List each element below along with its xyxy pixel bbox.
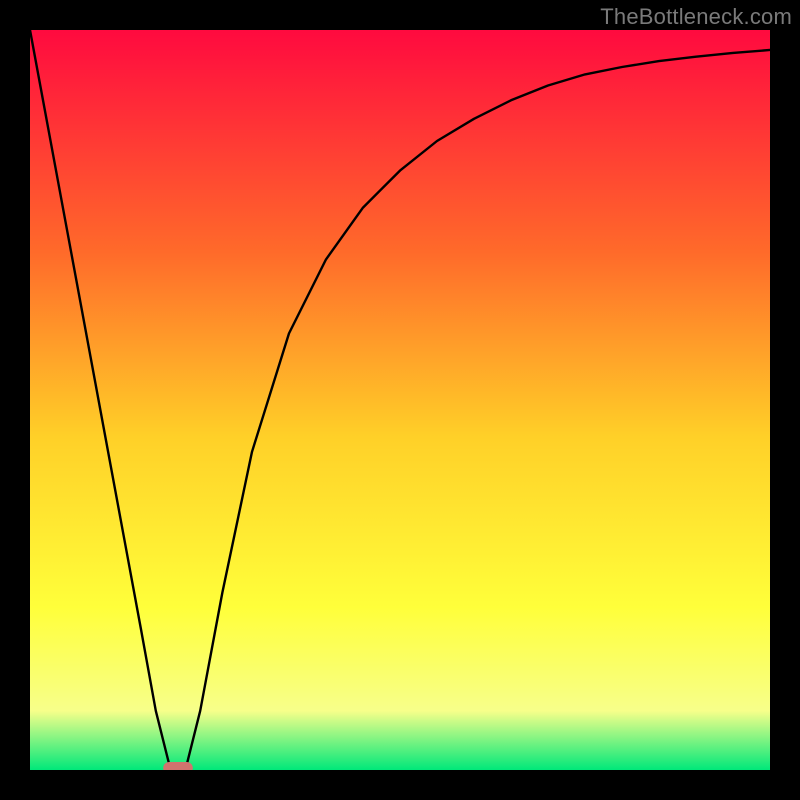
gradient-background — [30, 30, 770, 770]
chart-svg — [30, 30, 770, 770]
plot-area — [30, 30, 770, 770]
watermark-text: TheBottleneck.com — [600, 4, 792, 30]
vertex-marker — [163, 762, 193, 770]
chart-frame: TheBottleneck.com — [0, 0, 800, 800]
